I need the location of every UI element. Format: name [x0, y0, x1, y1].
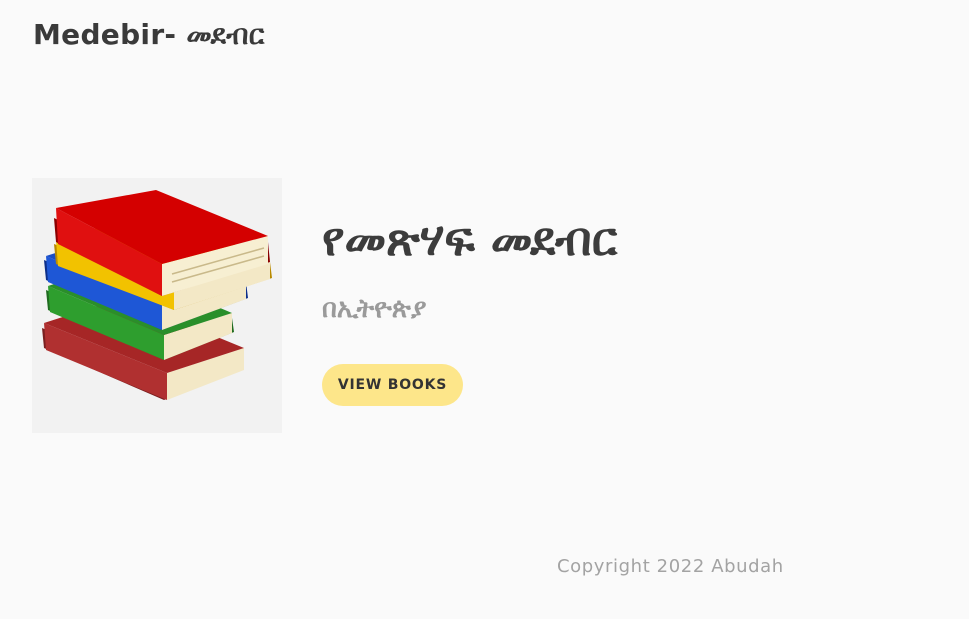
footer-copyright: Copyright 2022 Abudah	[557, 556, 784, 577]
hero-subtitle: በኢትዮጵያ	[322, 294, 427, 324]
stack-of-books-icon	[32, 178, 282, 433]
hero-title: የመጽሃፍ መደብር	[322, 212, 618, 266]
page: Medebir- መደብር የመጽሃፍ መደብር በኢትዮጵያ VIEW BOO…	[0, 0, 969, 619]
site-brand[interactable]: Medebir- መደብር	[33, 18, 265, 52]
view-books-button[interactable]: VIEW BOOKS	[322, 364, 463, 406]
